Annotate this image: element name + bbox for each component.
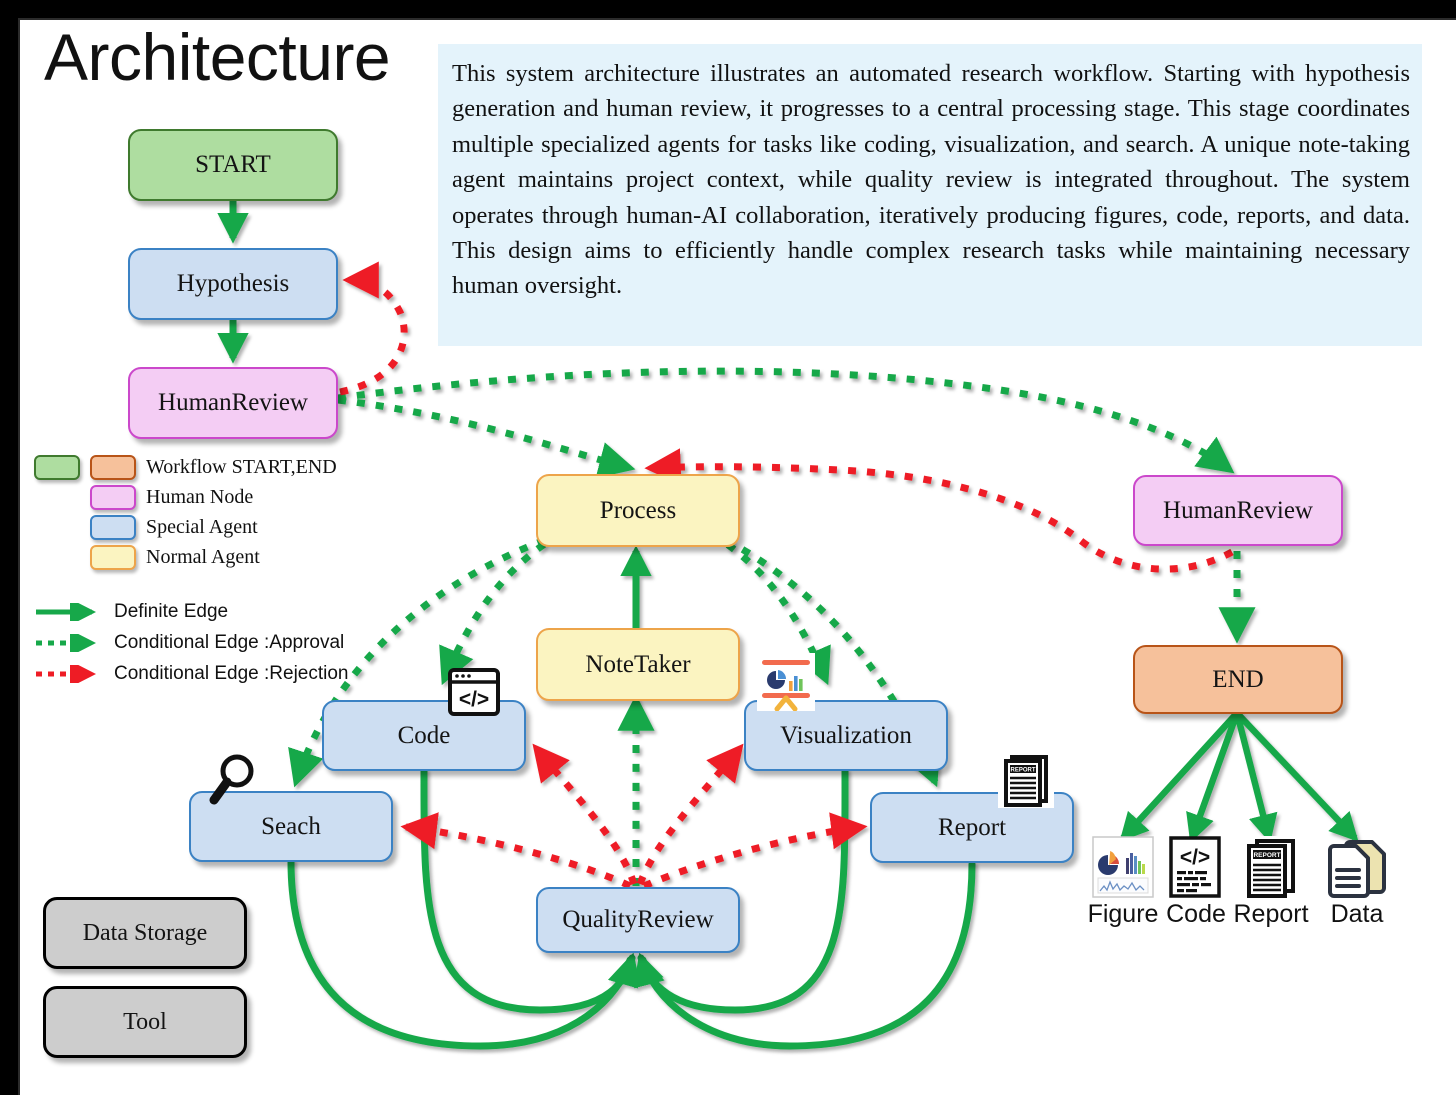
frame-border-left xyxy=(0,0,18,1095)
node-human-review-left[interactable]: HumanReview xyxy=(128,367,338,439)
legend-line-approval xyxy=(36,633,96,652)
magnifier-icon xyxy=(208,752,262,808)
svg-text:</>: </> xyxy=(1180,846,1210,869)
legend-line-definite xyxy=(36,602,96,621)
legend-row-special-agent: Special Agent xyxy=(34,512,364,542)
output-code: </> Code xyxy=(1163,836,1229,929)
code-window-icon: </> xyxy=(448,668,500,716)
legend-label-workflow: Workflow START,END xyxy=(146,455,337,478)
legend-label-approval-edge: Conditional Edge :Approval xyxy=(114,631,345,653)
report-document-icon: REPORT xyxy=(1241,836,1301,898)
legend-swatch-human xyxy=(90,484,136,510)
legend-line-rejection xyxy=(36,664,96,683)
node-tool[interactable]: Tool xyxy=(43,986,247,1058)
legend-label-normal-agent: Normal Agent xyxy=(146,545,260,568)
node-hypothesis[interactable]: Hypothesis xyxy=(128,248,338,320)
output-report: REPORT Report xyxy=(1233,836,1309,929)
output-label-figure: Figure xyxy=(1087,900,1159,928)
page-title: Architecture xyxy=(44,20,391,94)
code-brackets-icon: </> xyxy=(1169,836,1221,898)
legend-swatch-start xyxy=(34,454,80,480)
presentation-chart-icon xyxy=(757,653,815,712)
output-label-code: Code xyxy=(1166,900,1226,928)
output-label-data: Data xyxy=(1330,900,1384,928)
legend-label-human: Human Node xyxy=(146,485,254,508)
report-stack-icon: REPORT xyxy=(998,750,1054,808)
node-human-review-right[interactable]: HumanReview xyxy=(1133,475,1343,546)
legend-swatch-end xyxy=(90,454,136,480)
node-data-storage[interactable]: Data Storage xyxy=(43,897,247,969)
svg-text:REPORT: REPORT xyxy=(1253,852,1280,859)
legend-row-approval-edge: Conditional Edge :Approval xyxy=(34,627,364,658)
node-quality-review[interactable]: QualityReview xyxy=(536,887,740,953)
legend-label-special-agent: Special Agent xyxy=(146,515,258,538)
description-panel: This system architecture illustrates an … xyxy=(438,44,1422,346)
legend-row-workflow: Workflow START,END xyxy=(34,452,364,482)
output-data: Data xyxy=(1322,836,1392,929)
legend-row-rejection-edge: Conditional Edge :Rejection xyxy=(34,658,364,689)
legend-row-human: Human Node xyxy=(34,482,364,512)
svg-text:</>: </> xyxy=(459,688,489,711)
legend-swatch-special-agent xyxy=(90,514,136,540)
legend-row-definite-edge: Definite Edge xyxy=(34,596,364,627)
chart-figure-icon xyxy=(1092,836,1154,898)
legend-label-rejection-edge: Conditional Edge :Rejection xyxy=(114,662,349,684)
legend-edge-types: Definite Edge Conditional Edge :Approval xyxy=(34,596,364,689)
legend-label-definite-edge: Definite Edge xyxy=(114,600,229,622)
node-end[interactable]: END xyxy=(1133,645,1343,714)
data-pages-icon xyxy=(1328,840,1386,898)
svg-text:REPORT: REPORT xyxy=(1010,768,1035,774)
output-label-report: Report xyxy=(1233,900,1309,928)
legend-row-normal-agent: Normal Agent xyxy=(34,542,364,572)
legend: Workflow START,END Human Node Special Ag… xyxy=(34,452,364,689)
legend-swatch-normal-agent xyxy=(90,544,136,570)
node-process[interactable]: Process xyxy=(536,474,740,547)
node-note-taker[interactable]: NoteTaker xyxy=(536,628,740,701)
output-figure: Figure xyxy=(1088,836,1158,929)
frame-border-top xyxy=(0,0,1456,18)
node-start[interactable]: START xyxy=(128,129,338,201)
architecture-diagram-page: Architecture This system architecture il… xyxy=(0,0,1456,1095)
